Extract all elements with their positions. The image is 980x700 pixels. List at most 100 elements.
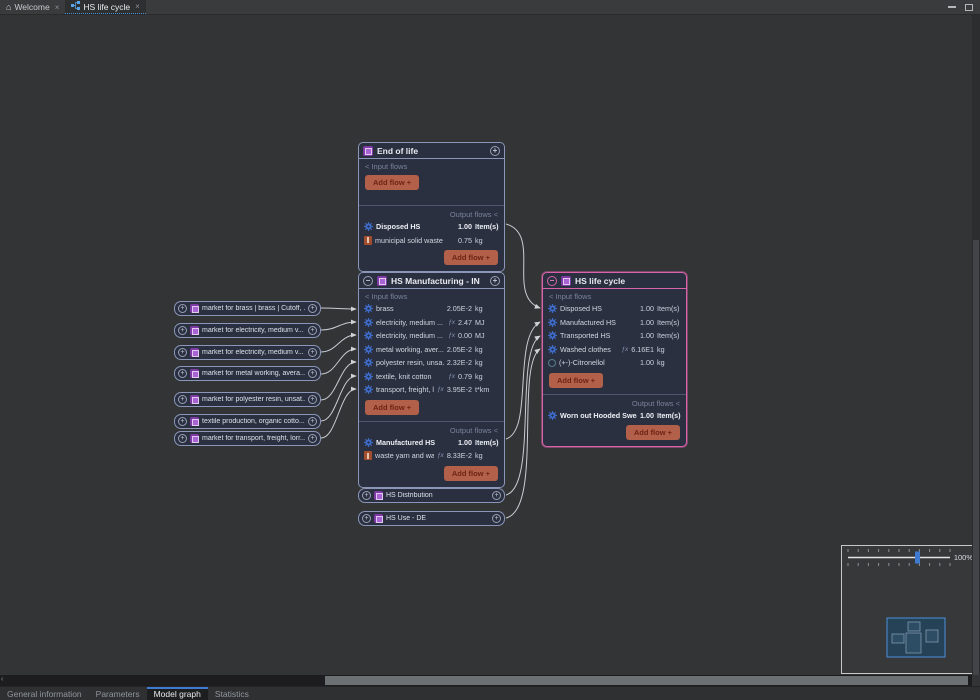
expand-left-icon[interactable]: +: [178, 326, 187, 335]
page-tab-general-information[interactable]: General information: [0, 687, 89, 700]
flow-row[interactable]: waste yarn and wa...ƒx8.33E-2kg: [359, 449, 504, 463]
expand-left-icon[interactable]: +: [178, 369, 187, 378]
flow-unit: kg: [657, 345, 681, 354]
flow-row[interactable]: transport, freight, lo...ƒx3.95E-2t*km: [359, 383, 504, 397]
maximize-icon[interactable]: [965, 4, 973, 11]
expand-right-icon[interactable]: +: [308, 369, 317, 378]
flow-row[interactable]: brass2.05E-2kg: [359, 302, 504, 316]
add-flow-button[interactable]: Add flow +: [549, 373, 603, 388]
add-flow-button[interactable]: Add flow +: [444, 250, 498, 265]
flow-row[interactable]: Worn out Hooded Swea...1.00Item(s): [543, 409, 686, 423]
connection-link[interactable]: [506, 224, 540, 308]
process-node-life-cycle[interactable]: −HS life cycle< Input flowsDisposed HS1.…: [542, 272, 687, 447]
expand-right-icon[interactable]: +: [308, 348, 317, 357]
node-header[interactable]: −HS Manufacturing - IN+: [359, 273, 504, 289]
expand-right-icon[interactable]: +: [308, 395, 317, 404]
page-tab-statistics[interactable]: Statistics: [208, 687, 256, 700]
process-icon: [374, 491, 383, 500]
close-icon[interactable]: ×: [55, 3, 60, 12]
connection-link[interactable]: [321, 349, 356, 374]
connection-link[interactable]: [506, 336, 540, 495]
collapse-icon[interactable]: −: [363, 276, 373, 286]
expand-right-icon[interactable]: +: [308, 434, 317, 443]
flow-row[interactable]: Washed clothesƒx6.16E1kg: [543, 343, 686, 357]
add-flow-button[interactable]: Add flow +: [444, 466, 498, 481]
input-flows-label: < Input flows: [359, 159, 504, 172]
flow-row[interactable]: municipal solid waste0.75kg: [359, 234, 504, 248]
flow-amount: 1.00: [640, 358, 654, 367]
editor-tab-hs-life-cycle[interactable]: HS life cycle×: [65, 0, 145, 14]
process-node-mini[interactable]: +market for transport, freight, lorr...+: [174, 431, 321, 446]
process-node-mini[interactable]: +market for brass | brass | Cutoff, ...+: [174, 301, 321, 316]
flow-row[interactable]: Disposed HS1.00Item(s): [543, 302, 686, 316]
vertical-scrollbar[interactable]: [972, 15, 980, 675]
minimize-icon[interactable]: [948, 6, 956, 8]
process-node-mini[interactable]: +market for polyester resin, unsat...+: [174, 392, 321, 407]
flow-row[interactable]: Disposed HS1.00Item(s): [359, 220, 504, 234]
horizontal-scrollbar[interactable]: ‹: [0, 675, 972, 686]
connection-link[interactable]: [321, 322, 356, 330]
expand-left-icon[interactable]: +: [178, 348, 187, 357]
flow-name: municipal solid waste: [375, 236, 455, 245]
minimap-viewport[interactable]: [842, 570, 977, 673]
page-tab-parameters[interactable]: Parameters: [89, 687, 147, 700]
horizontal-scrollbar-thumb[interactable]: [325, 676, 968, 685]
slider-handle[interactable]: [915, 552, 920, 564]
node-title: market for electricity, medium v...: [202, 327, 305, 334]
expand-left-icon[interactable]: +: [178, 434, 187, 443]
add-flow-button[interactable]: Add flow +: [626, 425, 680, 440]
flow-row[interactable]: electricity, medium ...ƒx2.47MJ: [359, 316, 504, 330]
model-graph-icon: [71, 1, 80, 12]
connection-link[interactable]: [321, 308, 356, 309]
vertical-scrollbar-thumb[interactable]: [973, 240, 979, 675]
connection-link[interactable]: [321, 389, 356, 438]
close-icon[interactable]: ×: [135, 2, 140, 11]
process-node-mini[interactable]: +market for metal working, avera...+: [174, 366, 321, 381]
flow-row[interactable]: textile, knit cottonƒx0.79kg: [359, 370, 504, 384]
scroll-left-arrow-icon[interactable]: ‹: [1, 676, 3, 683]
process-node-mini[interactable]: +HS Use - DE+: [358, 511, 505, 526]
process-node-mini[interactable]: +HS Distribution+: [358, 488, 505, 503]
process-node-end-of-life[interactable]: End of life+< Input flowsAdd flow +Outpu…: [358, 142, 505, 272]
flow-row[interactable]: Manufactured HS1.00Item(s): [543, 316, 686, 330]
node-header[interactable]: −HS life cycle: [543, 273, 686, 289]
flow-row[interactable]: (+-)-Citronellol1.00kg: [543, 356, 686, 370]
expand-right-icon[interactable]: +: [492, 491, 501, 500]
flow-amount: 2.05E-2: [447, 304, 472, 313]
flow-row[interactable]: metal working, aver...2.05E-2kg: [359, 343, 504, 357]
flow-name: textile, knit cotton: [376, 372, 445, 381]
expand-right-icon[interactable]: +: [308, 326, 317, 335]
formula-icon: ƒx: [448, 332, 455, 339]
expand-left-icon[interactable]: +: [362, 514, 371, 523]
add-flow-button[interactable]: Add flow +: [365, 400, 419, 415]
node-header[interactable]: End of life+: [359, 143, 504, 159]
process-node-mini[interactable]: +market for electricity, medium v...+: [174, 323, 321, 338]
add-flow-button[interactable]: Add flow +: [365, 175, 419, 190]
process-node-mini[interactable]: +market for electricity, medium v...+: [174, 345, 321, 360]
product-flow-icon: [364, 438, 373, 447]
expand-left-icon[interactable]: +: [178, 395, 187, 404]
flow-unit: kg: [475, 304, 499, 313]
expand-right-icon[interactable]: +: [308, 304, 317, 313]
expand-icon[interactable]: +: [490, 146, 500, 156]
editor-tab-welcome[interactable]: ⌂Welcome×: [0, 0, 65, 14]
flow-amount: 0.79: [458, 372, 472, 381]
flow-row[interactable]: electricity, medium ...ƒx0.00MJ: [359, 329, 504, 343]
expand-icon[interactable]: +: [490, 276, 500, 286]
flow-row[interactable]: Manufactured HS1.00Item(s): [359, 436, 504, 450]
flow-row[interactable]: Transported HS1.00Item(s): [543, 329, 686, 343]
expand-left-icon[interactable]: +: [362, 491, 371, 500]
collapse-icon[interactable]: −: [547, 276, 557, 286]
connection-link[interactable]: [321, 335, 356, 352]
connection-link[interactable]: [321, 362, 356, 400]
model-graph-canvas[interactable]: End of life+< Input flowsAdd flow +Outpu…: [0, 0, 980, 700]
process-node-mini[interactable]: +textile production, organic cotto...+: [174, 414, 321, 429]
expand-right-icon[interactable]: +: [308, 417, 317, 426]
flow-row[interactable]: polyester resin, unsa...2.32E-2kg: [359, 356, 504, 370]
expand-right-icon[interactable]: +: [492, 514, 501, 523]
process-node-manufacturing[interactable]: −HS Manufacturing - IN+< Input flowsbras…: [358, 272, 505, 488]
expand-left-icon[interactable]: +: [178, 304, 187, 313]
connection-link[interactable]: [506, 322, 540, 439]
expand-left-icon[interactable]: +: [178, 417, 187, 426]
page-tab-model-graph[interactable]: Model graph: [147, 687, 208, 700]
